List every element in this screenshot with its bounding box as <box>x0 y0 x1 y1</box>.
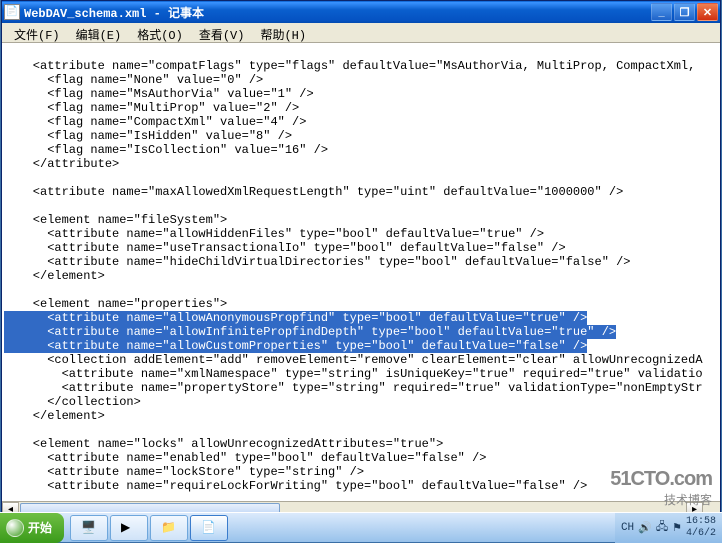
tray-network-icon[interactable]: 🖧 <box>656 518 668 537</box>
menu-format[interactable]: 格式(O) <box>129 25 191 40</box>
title-filename: WebDAV_schema.xml <box>24 7 146 21</box>
title-app: 记事本 <box>168 7 204 21</box>
minimize-button[interactable]: _ <box>651 3 672 21</box>
quick-launch-explorer-icon[interactable]: 📁 <box>150 515 188 541</box>
notepad-window: 📄 WebDAV_schema.xml - 记事本 _ ❐ ✕ 文件(F) 编辑… <box>1 0 721 518</box>
folder-icon: 📁 <box>161 520 177 536</box>
window-title: WebDAV_schema.xml - 记事本 <box>24 4 651 21</box>
menubar: 文件(F) 编辑(E) 格式(O) 查看(V) 帮助(H) <box>2 23 720 43</box>
close-button[interactable]: ✕ <box>697 3 718 21</box>
server-icon: 🖥️ <box>81 520 97 536</box>
quick-launch-powershell-icon[interactable]: ▶ <box>110 515 148 541</box>
menu-view[interactable]: 查看(V) <box>191 25 253 40</box>
titlebar[interactable]: 📄 WebDAV_schema.xml - 记事本 _ ❐ ✕ <box>2 1 720 23</box>
file-icon: 📄 <box>4 4 20 20</box>
menu-help[interactable]: 帮助(H) <box>252 25 314 40</box>
text-area[interactable]: <attribute name="compatFlags" type="flag… <box>2 43 720 501</box>
taskbar-notepad-button[interactable]: 📄 <box>190 515 228 541</box>
start-button[interactable]: 开始 <box>0 513 64 543</box>
start-orb-icon <box>6 519 24 537</box>
quick-launch: 🖥️ ▶ 📁 📄 <box>70 515 228 541</box>
system-tray: CH 🔊 🖧 ⚑ 16:58 4/6/2 <box>615 513 722 543</box>
notepad-icon: 📄 <box>201 520 217 536</box>
menu-file[interactable]: 文件(F) <box>6 25 68 40</box>
taskbar: 开始 🖥️ ▶ 📁 📄 CH 🔊 🖧 ⚑ 16:58 4/6/2 <box>0 512 722 542</box>
menu-edit[interactable]: 编辑(E) <box>68 25 130 40</box>
tray-clock[interactable]: 16:58 4/6/2 <box>686 516 716 540</box>
tray-flag-icon[interactable]: ⚑ <box>672 521 682 535</box>
tray-time: 16:58 <box>686 516 716 528</box>
ime-indicator[interactable]: CH <box>621 522 634 534</box>
window-controls: _ ❐ ✕ <box>651 3 718 21</box>
tray-sound-icon[interactable]: 🔊 <box>638 521 652 535</box>
powershell-icon: ▶ <box>121 520 137 536</box>
maximize-button[interactable]: ❐ <box>674 3 695 21</box>
quick-launch-server-icon[interactable]: 🖥️ <box>70 515 108 541</box>
start-label: 开始 <box>28 519 52 536</box>
tray-date: 4/6/2 <box>686 528 716 540</box>
title-sep: - <box>146 7 168 21</box>
